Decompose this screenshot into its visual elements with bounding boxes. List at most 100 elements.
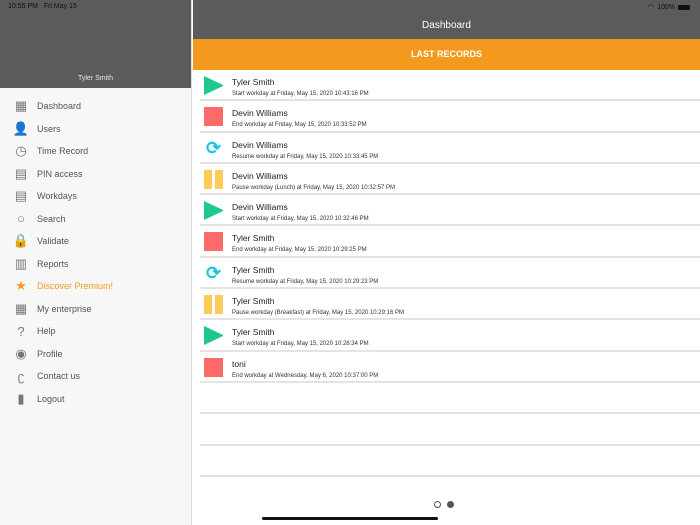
main-panel: Dashboard LAST RECORDS Tyler Smith Start … (193, 0, 700, 525)
sidebar-item-label: Profile (37, 348, 63, 359)
record-description: Pause workday (Breakfast) at Friday, May… (232, 310, 404, 317)
play-icon (204, 326, 223, 346)
sidebar-item-label: Dashboard (37, 101, 82, 112)
sidebar-item-help[interactable]: ? Help (0, 320, 191, 343)
play-icon (204, 76, 223, 95)
sidebar-item-label: My enterprise (37, 303, 92, 314)
page-indicator[interactable] (434, 501, 454, 508)
page-title: Dashboard (422, 20, 471, 31)
clock-icon: ◷ (15, 143, 27, 159)
help-icon: ? (17, 323, 25, 339)
sidebar-item-my-enterprise[interactable]: ▦ My enterprise (0, 298, 191, 321)
page-dot-1[interactable] (434, 501, 441, 508)
record-row[interactable]: Tyler Smith Start workday at Friday, May … (200, 320, 700, 352)
ear-icon: ʗ (17, 368, 25, 384)
sidebar-item-label: Reports (37, 258, 69, 269)
building-icon: ▦ (14, 300, 28, 316)
sidebar-item-logout[interactable]: ▮ Logout (0, 388, 191, 411)
sidebar-item-label: PIN access (37, 168, 83, 179)
sidebar-item-users[interactable]: 👤 Users (0, 118, 191, 141)
record-description: Pause workday (Lunch) at Friday, May 15,… (232, 184, 395, 191)
status-time-date: 10:55 PM Fri May 15 (8, 3, 77, 10)
record-description: Start workday at Friday, May 15, 2020 10… (232, 216, 369, 223)
star-icon: ★ (15, 278, 27, 294)
sidebar-item-contact-us[interactable]: ʗ Contact us (0, 365, 191, 388)
sidebar-item-label: Help (37, 326, 56, 337)
pin-icon: ▤ (14, 165, 28, 181)
search-icon: ○ (17, 211, 25, 227)
record-name: Devin Williams (232, 108, 288, 119)
stop-icon (204, 232, 223, 252)
record-name: toni (232, 358, 246, 369)
stop-icon (204, 107, 223, 127)
record-name: Devin Williams (232, 170, 288, 181)
record-description: Start workday at Friday, May 15, 2020 10… (232, 341, 369, 348)
pause-icon (204, 295, 223, 315)
sidebar-item-validate[interactable]: 🔒 Validate (0, 230, 191, 253)
status-right: ◠ 100% (648, 3, 690, 11)
record-name: Tyler Smith (232, 327, 275, 338)
stop-icon (204, 357, 223, 377)
sidebar-item-search[interactable]: ○ Search (0, 208, 191, 231)
lock-icon: 🔒 (12, 233, 30, 249)
document-icon: ▤ (14, 188, 28, 204)
record-name: Tyler Smith (232, 264, 275, 275)
record-name: Devin Williams (232, 202, 288, 213)
record-name: Devin Williams (232, 139, 288, 150)
profile-icon: ◉ (15, 345, 27, 361)
refresh-icon: ⟳ (205, 262, 222, 283)
section-header: LAST RECORDS (193, 39, 700, 70)
record-row[interactable]: Tyler Smith End workday at Friday, May 15… (200, 226, 700, 258)
records-list: Tyler Smith Start workday at Friday, May … (200, 70, 700, 477)
record-row[interactable]: ⟳ Devin Williams Resume workday at Friday,… (200, 133, 700, 164)
sidebar-user-name: Tyler Smith (77, 75, 113, 82)
status-date: Fri May 15 (43, 3, 77, 10)
sidebar-item-label: Workdays (37, 191, 77, 202)
sidebar-item-dashboard[interactable]: ▦ Dashboard (0, 95, 191, 118)
wifi-icon: ◠ (647, 4, 655, 11)
sidebar-item-reports[interactable]: ▥ Reports (0, 253, 191, 276)
record-description: Resume workday at Friday, May 15, 2020 1… (232, 278, 379, 285)
record-name: Tyler Smith (232, 233, 275, 244)
play-icon (204, 201, 223, 221)
record-description: Resume workday at Friday, May 15, 2020 1… (232, 153, 379, 160)
record-row[interactable]: toni End workday at Wednesday, May 6, 202… (200, 352, 700, 383)
sidebar-item-label: Search (37, 213, 66, 224)
record-row[interactable]: Devin Williams End workday at Friday, May… (200, 101, 700, 133)
sidebar-item-label: Discover Premium! (37, 281, 114, 292)
sidebar-menu: ▦ Dashboard 👤 Users ◷ Time Record ▤ PIN access ▤… (0, 88, 191, 410)
grid-icon: ▦ (14, 98, 28, 114)
battery-percent: 100% (657, 3, 675, 11)
record-description: End workday at Wednesday, May 6, 2020 10… (232, 372, 379, 379)
record-description: Start workday at Friday, May 15, 2020 10… (232, 91, 369, 97)
sidebar: Tyler Smith ▦ Dashboard 👤 Users ◷ Time Record… (0, 0, 192, 525)
sidebar-item-label: Contact us (37, 371, 81, 382)
page-dot-2[interactable] (447, 501, 454, 508)
record-name: Tyler Smith (232, 296, 275, 307)
record-row[interactable]: Tyler Smith Start workday at Friday, May … (200, 70, 700, 102)
status-bar: 10:55 PM Fri May 15 ◠ 100% (0, 0, 700, 12)
sidebar-item-discover-premium[interactable]: ★ Discover Premium! (0, 275, 191, 298)
sidebar-item-pin-access[interactable]: ▤ PIN access (0, 163, 191, 186)
battery-icon (678, 4, 690, 10)
pause-icon (204, 169, 223, 189)
status-time: 10:55 PM (8, 3, 38, 10)
empty-row (200, 414, 700, 446)
empty-row (200, 446, 700, 477)
record-description: End workday at Friday, May 15, 2020 10:2… (232, 247, 367, 254)
sidebar-item-label: Logout (37, 393, 65, 404)
sidebar-item-label: Users (37, 123, 61, 134)
record-row[interactable]: Devin Williams Pause workday (Lunch) at F… (200, 164, 700, 196)
record-row[interactable]: ⟳ Tyler Smith Resume workday at Friday, Ma… (200, 258, 700, 290)
sidebar-header: Tyler Smith (0, 0, 191, 88)
home-indicator[interactable] (262, 517, 438, 520)
sidebar-item-time-record[interactable]: ◷ Time Record (0, 140, 191, 163)
sidebar-item-label: Time Record (37, 146, 89, 157)
record-row[interactable]: Devin Williams Start workday at Friday, M… (200, 195, 700, 227)
sidebar-item-profile[interactable]: ◉ Profile (0, 343, 191, 366)
report-icon: ▥ (14, 255, 28, 271)
record-row[interactable]: Tyler Smith Pause workday (Breakfast) at … (200, 289, 700, 321)
sidebar-item-label: Validate (37, 236, 69, 247)
sidebar-item-workdays[interactable]: ▤ Workdays (0, 185, 191, 208)
record-name: Tyler Smith (232, 77, 275, 87)
